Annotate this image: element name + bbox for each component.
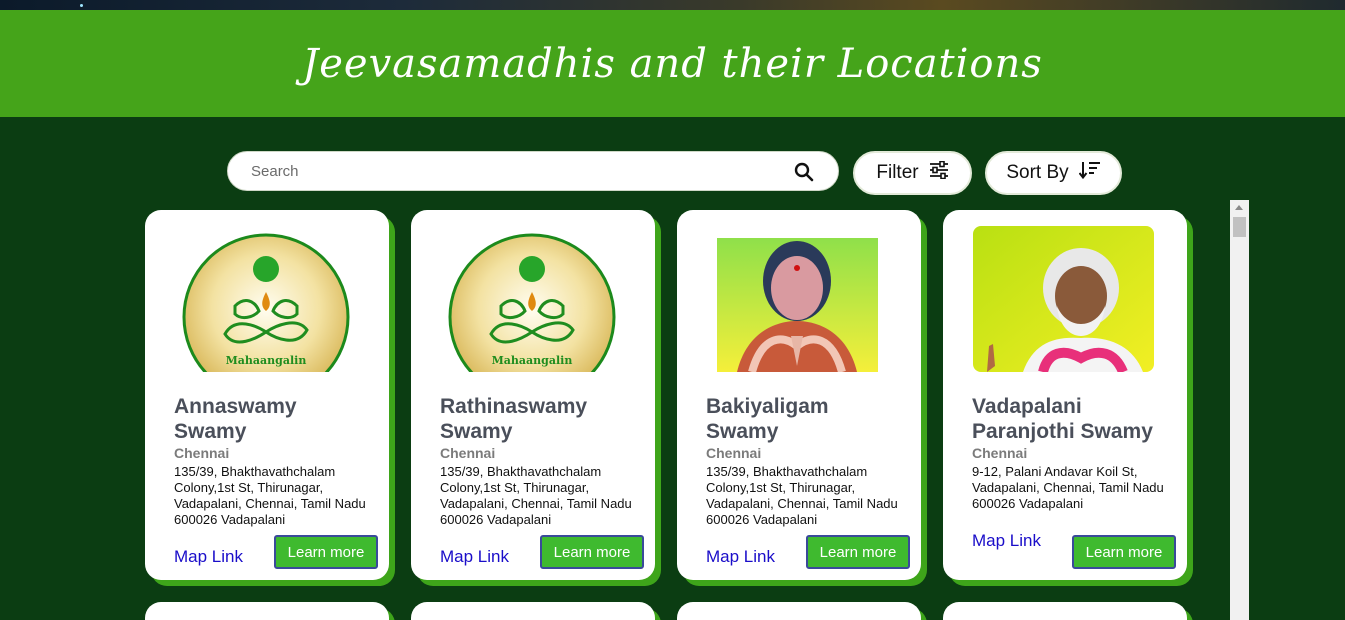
card-image: [707, 226, 888, 372]
sage-portrait: [973, 226, 1154, 372]
learn-more-button[interactable]: Learn more: [540, 535, 644, 569]
card-image: Mahaangalin: [441, 226, 622, 372]
samadhi-card: [677, 602, 921, 620]
card-image: Mahaangalin: [175, 226, 356, 372]
search-input[interactable]: [249, 161, 773, 181]
card-content: Vadapalani Paranjothi Swamy Chennai 9-12…: [972, 394, 1172, 553]
card-address: 135/39, Bhakthavathchalam Colony,1st St,…: [174, 464, 366, 527]
sliders-icon: [929, 160, 949, 185]
samadhi-card: Vadapalani Paranjothi Swamy Chennai 9-12…: [943, 210, 1187, 580]
samadhi-card: Mahaangalin Rathinaswamy Swamy Chennai 1…: [411, 210, 655, 580]
card-city: Chennai: [706, 445, 762, 461]
card-address: 9-12, Palani Andavar Koil St, Vadapalani…: [972, 464, 1164, 511]
card-title: Annaswamy Swamy: [174, 395, 297, 443]
search-icon[interactable]: [794, 162, 814, 187]
samadhi-card: [411, 602, 655, 620]
logo-text: Mahaangalin: [226, 354, 307, 367]
statue-portrait: [707, 226, 888, 372]
card-address: 135/39, Bhakthavathchalam Colony,1st St,…: [706, 464, 898, 527]
mahaangalin-logo: Mahaangalin: [448, 233, 616, 372]
filter-label: Filter: [876, 162, 919, 183]
samadhi-card: Bakiyaligam Swamy Chennai 135/39, Bhakth…: [677, 210, 921, 580]
search-bar[interactable]: [227, 151, 839, 191]
card-city: Chennai: [972, 445, 1028, 461]
card-city: Chennai: [174, 445, 230, 461]
sort-label: Sort By: [1006, 162, 1069, 183]
card-title: Rathinaswamy Swamy: [440, 395, 588, 443]
card-address: 135/39, Bhakthavathchalam Colony,1st St,…: [440, 464, 632, 527]
samadhi-card-grid: Mahaangalin Annaswamy Swamy Chennai 135/…: [145, 210, 1225, 620]
card-title: Bakiyaligam Swamy: [706, 395, 829, 443]
scroll-up-icon[interactable]: [1235, 205, 1243, 210]
filter-button[interactable]: Filter: [853, 151, 972, 195]
scrollbar[interactable]: [1230, 200, 1249, 620]
samadhi-card: [943, 602, 1187, 620]
card-image: [973, 226, 1154, 372]
page-title: Jeevasamadhis and their Locations: [302, 40, 1043, 87]
star-decoration: [80, 4, 83, 7]
learn-more-button[interactable]: Learn more: [806, 535, 910, 569]
sort-descending-icon: [1078, 161, 1101, 185]
scrollbar-thumb[interactable]: [1233, 217, 1246, 237]
learn-more-button[interactable]: Learn more: [274, 535, 378, 569]
samadhi-card: [145, 602, 389, 620]
sort-button[interactable]: Sort By: [985, 151, 1122, 195]
page-header: Jeevasamadhis and their Locations: [0, 10, 1345, 117]
learn-more-button[interactable]: Learn more: [1072, 535, 1176, 569]
card-city: Chennai: [440, 445, 496, 461]
card-title: Vadapalani Paranjothi Swamy: [972, 395, 1153, 443]
mahaangalin-logo: Mahaangalin: [182, 233, 350, 372]
samadhi-card: Mahaangalin Annaswamy Swamy Chennai 135/…: [145, 210, 389, 580]
background-strip: [0, 0, 1345, 10]
logo-text: Mahaangalin: [492, 354, 573, 367]
